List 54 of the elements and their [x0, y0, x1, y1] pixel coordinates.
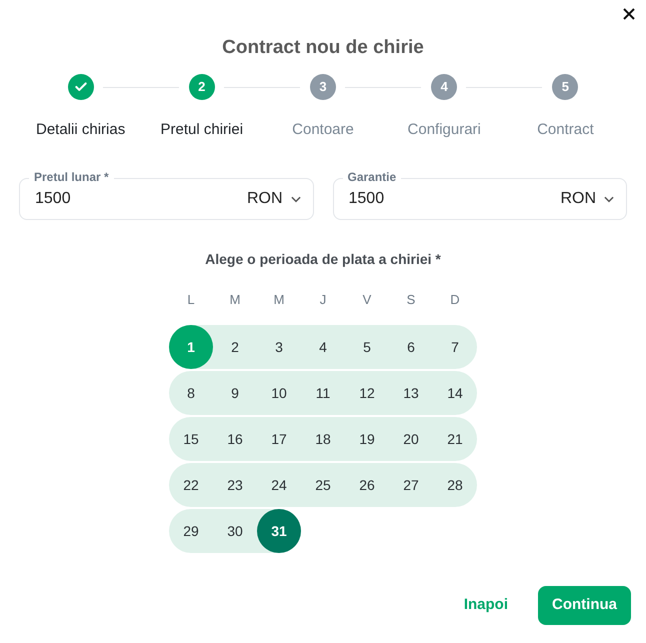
weekday-label: L [186, 292, 196, 308]
calendar-day[interactable]: 19 [345, 417, 389, 461]
weekday-label: S [406, 292, 416, 308]
calendar-day[interactable]: 8 [169, 371, 213, 415]
calendar-day[interactable]: 18 [301, 417, 345, 461]
calendar-day[interactable]: 3 [257, 325, 301, 369]
calendar-day[interactable]: 25 [301, 463, 345, 507]
calendar-day[interactable]: 28 [433, 463, 477, 507]
step-label: Detalii chirias [36, 120, 126, 140]
step-indicator: 3 [310, 74, 336, 100]
currency-select[interactable]: RON [560, 187, 616, 211]
calendar-day[interactable]: 2 [213, 325, 257, 369]
calendar-day[interactable]: 13 [389, 371, 433, 415]
calendar-day[interactable]: 15 [169, 417, 213, 461]
close-icon[interactable] [622, 7, 636, 21]
calendar-day[interactable]: 4 [301, 325, 345, 369]
currency-select[interactable]: RON [246, 187, 302, 211]
calendar-day[interactable]: 17 [257, 417, 301, 461]
field-value: 1500 [35, 189, 72, 209]
calendar-day[interactable]: 29 [169, 509, 213, 553]
step-indicator: 4 [431, 74, 458, 100]
weekday-label: M [272, 292, 286, 308]
calendar-day[interactable]: 20 [389, 417, 433, 461]
check-icon [74, 80, 88, 94]
step-label: Pretul chiriei [160, 120, 244, 140]
dialog-title: Contract nou de chirie [222, 36, 424, 60]
calendar-day[interactable]: 9 [213, 371, 257, 415]
calendar-day[interactable]: 23 [213, 463, 257, 507]
calendar-day[interactable]: 14 [433, 371, 477, 415]
calendar-day[interactable]: 21 [433, 417, 477, 461]
calendar-day[interactable]: 30 [213, 509, 257, 553]
step-label: Configurari [408, 120, 481, 140]
weekday-label: J [318, 292, 328, 308]
calendar-day[interactable]: 10 [257, 371, 301, 415]
calendar-day[interactable]: 7 [433, 325, 477, 369]
step-label: Contoare [292, 120, 354, 140]
calendar-day[interactable]: 12 [345, 371, 389, 415]
step-indicator: 2 [188, 74, 215, 100]
calendar-heading: Alege o perioada de plata a chiriei * [205, 250, 441, 268]
weekday-label: D [449, 292, 461, 308]
calendar-day[interactable]: 22 [169, 463, 213, 507]
step-indicator: 5 [552, 74, 578, 100]
calendar-day[interactable]: 16 [213, 417, 257, 461]
calendar-day[interactable]: 31 [257, 509, 301, 553]
calendar-day[interactable]: 26 [345, 463, 389, 507]
weekday-label: M [228, 292, 242, 308]
calendar-day[interactable]: 5 [345, 325, 389, 369]
calendar-day[interactable]: 24 [257, 463, 301, 507]
step-label: Contract [537, 120, 594, 140]
calendar-day[interactable]: 6 [389, 325, 433, 369]
field-value: 1500 [348, 189, 386, 209]
calendar-day[interactable]: 11 [301, 371, 345, 415]
weekday-label: V [362, 292, 372, 308]
calendar-day[interactable]: 27 [389, 463, 433, 507]
